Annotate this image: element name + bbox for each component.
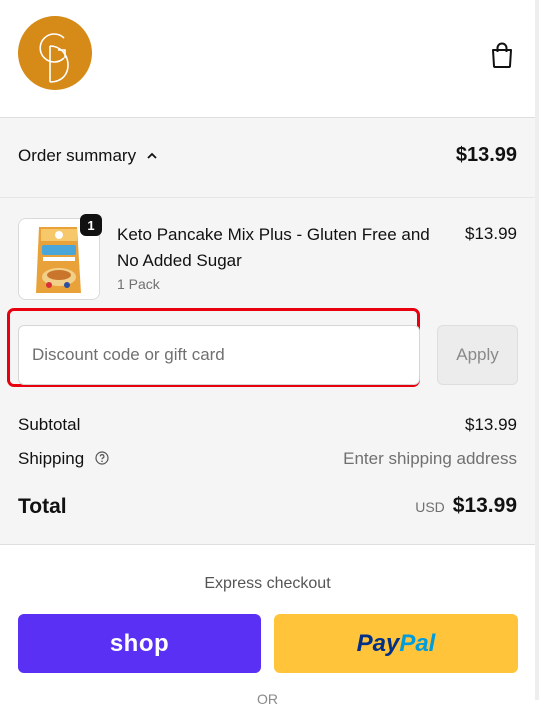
paypal-logo-pay: Pay	[356, 629, 400, 657]
product-name: Keto Pancake Mix Plus - Gluten Free and …	[117, 225, 430, 270]
page-edge-divider	[535, 0, 539, 700]
order-summary-toggle[interactable]: Order summary	[18, 146, 158, 166]
shipping-row: Shipping	[18, 449, 109, 469]
store-logo[interactable]	[18, 16, 92, 90]
page-header	[0, 0, 535, 118]
subtotal-value: $13.99	[465, 415, 517, 434]
order-summary-content: 1 Keto Pancake Mix Plus - Gluten Free an…	[0, 198, 535, 545]
paypal-logo-pal: Pal	[399, 629, 436, 657]
shipping-value: Enter shipping address	[343, 449, 517, 468]
express-checkout-label: Express checkout	[204, 575, 331, 592]
order-summary-bar[interactable]: Order summary $13.99	[0, 118, 535, 198]
product-price: $13.99	[465, 224, 517, 243]
subtotal-label: Subtotal	[18, 415, 81, 434]
total-label: Total	[18, 495, 67, 518]
order-summary-total: $13.99	[455, 144, 517, 166]
gd-monogram-icon	[39, 33, 69, 83]
shop-pay-button[interactable]: shop	[18, 614, 261, 673]
quantity-badge: 1	[80, 214, 102, 236]
product-variant: 1 Pack	[117, 276, 160, 292]
shop-pay-logo: shop	[109, 629, 170, 657]
apply-discount-button[interactable]: Apply	[437, 325, 518, 385]
currency-code: USD	[415, 499, 445, 515]
shopping-bag-icon[interactable]	[489, 41, 515, 69]
chevron-up-icon	[147, 152, 157, 159]
discount-code-input[interactable]	[18, 325, 420, 385]
order-summary-label: Order summary	[18, 146, 137, 165]
or-divider: OR	[257, 691, 278, 707]
shipping-label: Shipping	[18, 449, 85, 468]
total-amount: $13.99	[452, 494, 517, 517]
paypal-logo: PayPal	[357, 630, 436, 658]
total-value-group: USD $13.99	[415, 494, 517, 518]
question-circle-icon[interactable]	[95, 451, 109, 465]
paypal-button[interactable]: PayPal	[274, 614, 518, 673]
